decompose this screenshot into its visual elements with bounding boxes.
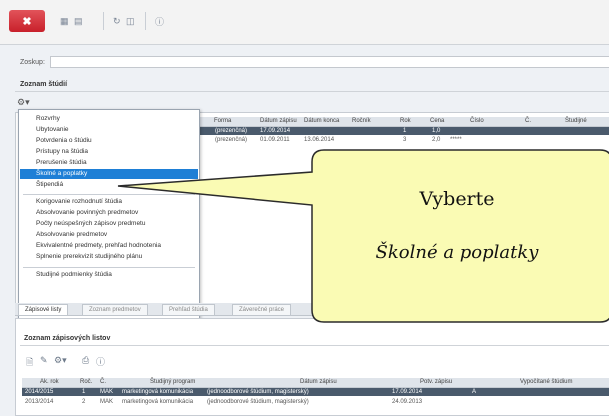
menu-item-prerusenie[interactable]: Prerušenie štúdia — [20, 158, 198, 168]
menu-divider — [23, 194, 195, 195]
new-document-icon[interactable]: 🗎 — [26, 355, 33, 371]
refresh-icon[interactable]: ↻ — [113, 14, 121, 28]
menu-item-absolvovanie-predmetov[interactable]: Absolvovanie predmetov — [20, 230, 198, 240]
tab-zaverecne-prace[interactable]: Záverečné práce — [232, 304, 292, 316]
table-row[interactable]: 2014/2015 1 MAK marketingová komunikácia… — [22, 388, 609, 396]
grid-column-header[interactable]: Č. — [100, 379, 106, 385]
export-icon[interactable]: ◫ — [126, 14, 135, 28]
close-button[interactable]: ✖ — [9, 10, 45, 32]
menu-item-splnenie-prerekvizit[interactable]: Splnenie prerekvizít studijného plánu — [20, 252, 198, 262]
grid-column-header[interactable]: Roč. — [80, 379, 92, 385]
table-cell: 1,0 — [432, 128, 441, 134]
menu-item-studijne-podmienky[interactable]: Studijné podmienky štúdia — [20, 270, 198, 280]
menu-item-stipendia[interactable]: Štipendiá — [20, 180, 198, 190]
menu-item-absolvovanie-povinnych[interactable]: Absolvovanie povinných predmetov — [20, 208, 198, 218]
table-cell: marketingová komunikácia — [122, 399, 194, 405]
menu-item-korigovanie[interactable]: Korigovanie rozhodnutí štúdia — [20, 197, 198, 207]
info-icon[interactable]: ⓘ — [155, 14, 164, 28]
table-cell: 2013/2014 — [25, 399, 54, 405]
table-cell: 2014/2015 — [25, 389, 54, 395]
grid-column-header[interactable]: Študijné — [565, 118, 587, 124]
toolbar-divider — [103, 12, 104, 30]
grid-column-header[interactable]: Dátum zápisu — [300, 379, 337, 385]
callout-instruction: Školné a poplatky — [375, 242, 539, 263]
tab-prehlad-studia[interactable]: Prehľad štúdia — [162, 304, 215, 316]
table-cell: marketingová komunikácia — [122, 389, 194, 395]
table-cell: 13.06.2014 — [304, 137, 335, 143]
menu-item-potvrdenia[interactable]: Potvrdenia o štúdiu — [20, 136, 198, 146]
section-divider — [20, 345, 609, 346]
table-row[interactable]: (prezenčná) 01.09.2011 13.06.2014 3 2,0 … — [200, 136, 609, 144]
menu-item-pristupy[interactable]: Prístupy na štúdia — [20, 147, 198, 157]
toolbar — [0, 0, 609, 45]
filter-input[interactable] — [50, 56, 609, 68]
table-cell: 1 — [403, 128, 407, 134]
grid-column-header[interactable]: Potv. zápisu — [420, 379, 452, 385]
grid-column-header[interactable]: Č. — [525, 118, 531, 124]
grid-column-header[interactable]: Dátum zápisu — [260, 118, 297, 124]
grid-column-header[interactable]: Študijný program — [150, 379, 195, 385]
grid-column-header[interactable]: Číslo — [470, 118, 484, 124]
table-cell: MAK — [100, 389, 114, 395]
print-icon[interactable]: ⎙ — [82, 355, 89, 366]
grid-column-header[interactable]: Rok — [400, 118, 411, 124]
info-icon[interactable]: ⓘ — [96, 355, 105, 368]
table-cell: MAK — [100, 399, 114, 405]
table-cell: 2,0 — [432, 137, 441, 143]
table-cell: 24.09.2013 — [392, 399, 423, 405]
grid-column-header[interactable]: Forma — [214, 118, 231, 124]
table-cell: (jednoodborové štúdium, magisterský) — [207, 389, 309, 395]
options-dropdown-icon[interactable]: ⚙▾ — [54, 355, 67, 366]
toolbar-divider — [145, 12, 146, 30]
filter-label: Zoskup: — [20, 59, 45, 66]
grid-column-header[interactable]: Dátum konca — [304, 118, 339, 124]
table-cell: 3 — [403, 137, 407, 143]
menu-item-pocty-zapisov[interactable]: Počty neúspešných zápisov predmetu — [20, 219, 198, 229]
menu-item-ubytovanie[interactable]: Ubytovanie — [20, 125, 198, 135]
section-title: Zoznam štúdií — [20, 81, 68, 88]
grid-column-header[interactable]: Ročník — [352, 118, 371, 124]
table-cell: (prezenčná) — [215, 137, 248, 143]
table-cell: (jednoodborové štúdium, magisterský) — [207, 399, 309, 405]
menu-divider — [23, 267, 195, 268]
section-divider — [15, 91, 609, 92]
table-cell: 01.09.2011 — [260, 137, 290, 143]
grid-icon[interactable]: ▦ — [60, 14, 69, 28]
table-cell: 1 — [82, 389, 86, 395]
table-row[interactable]: 2013/2014 2 MAK marketingová komunikácia… — [22, 398, 609, 406]
table-cell: 17.09.2014 — [392, 389, 423, 395]
table-cell: 17.09.2014 — [260, 128, 291, 134]
menu-item-rozvrhy[interactable]: Rozvrhy — [20, 114, 198, 124]
tab-zapisove-listy[interactable]: Zápisové listy — [18, 304, 69, 316]
grid-column-header[interactable]: Vypočítané štúdium — [520, 379, 572, 385]
section-title: Zoznam zápisových listov — [24, 335, 111, 342]
list-icon[interactable]: ▤ — [74, 14, 83, 28]
menu-item-ekvivalentne-predmety[interactable]: Ekvivalentné predmety, prehľad hodnoteni… — [20, 241, 198, 251]
menu-item-skolne-a-poplatky[interactable]: Školné a poplatky — [20, 169, 198, 179]
callout-title: Vyberte — [419, 188, 495, 210]
gear-icon[interactable]: ⚙▾ — [17, 97, 30, 108]
edit-icon[interactable]: ✎ — [40, 355, 48, 366]
tab-zoznam-predmetov[interactable]: Zoznam predmetov — [82, 304, 148, 316]
grid-column-header[interactable]: Cena — [430, 118, 444, 124]
table-cell: (prezenčná) — [215, 128, 248, 134]
table-row[interactable]: (prezenčná) 17.09.2014 1 1,0 — [200, 127, 609, 135]
table-cell: 2 — [82, 399, 86, 405]
table-cell: A — [472, 389, 477, 395]
table-cell: ***** — [450, 137, 462, 143]
grid-column-header[interactable]: Ak. rok — [40, 379, 59, 385]
actions-dropdown-menu: Rozvrhy Ubytovanie Potvrdenia o štúdiu P… — [18, 109, 200, 319]
